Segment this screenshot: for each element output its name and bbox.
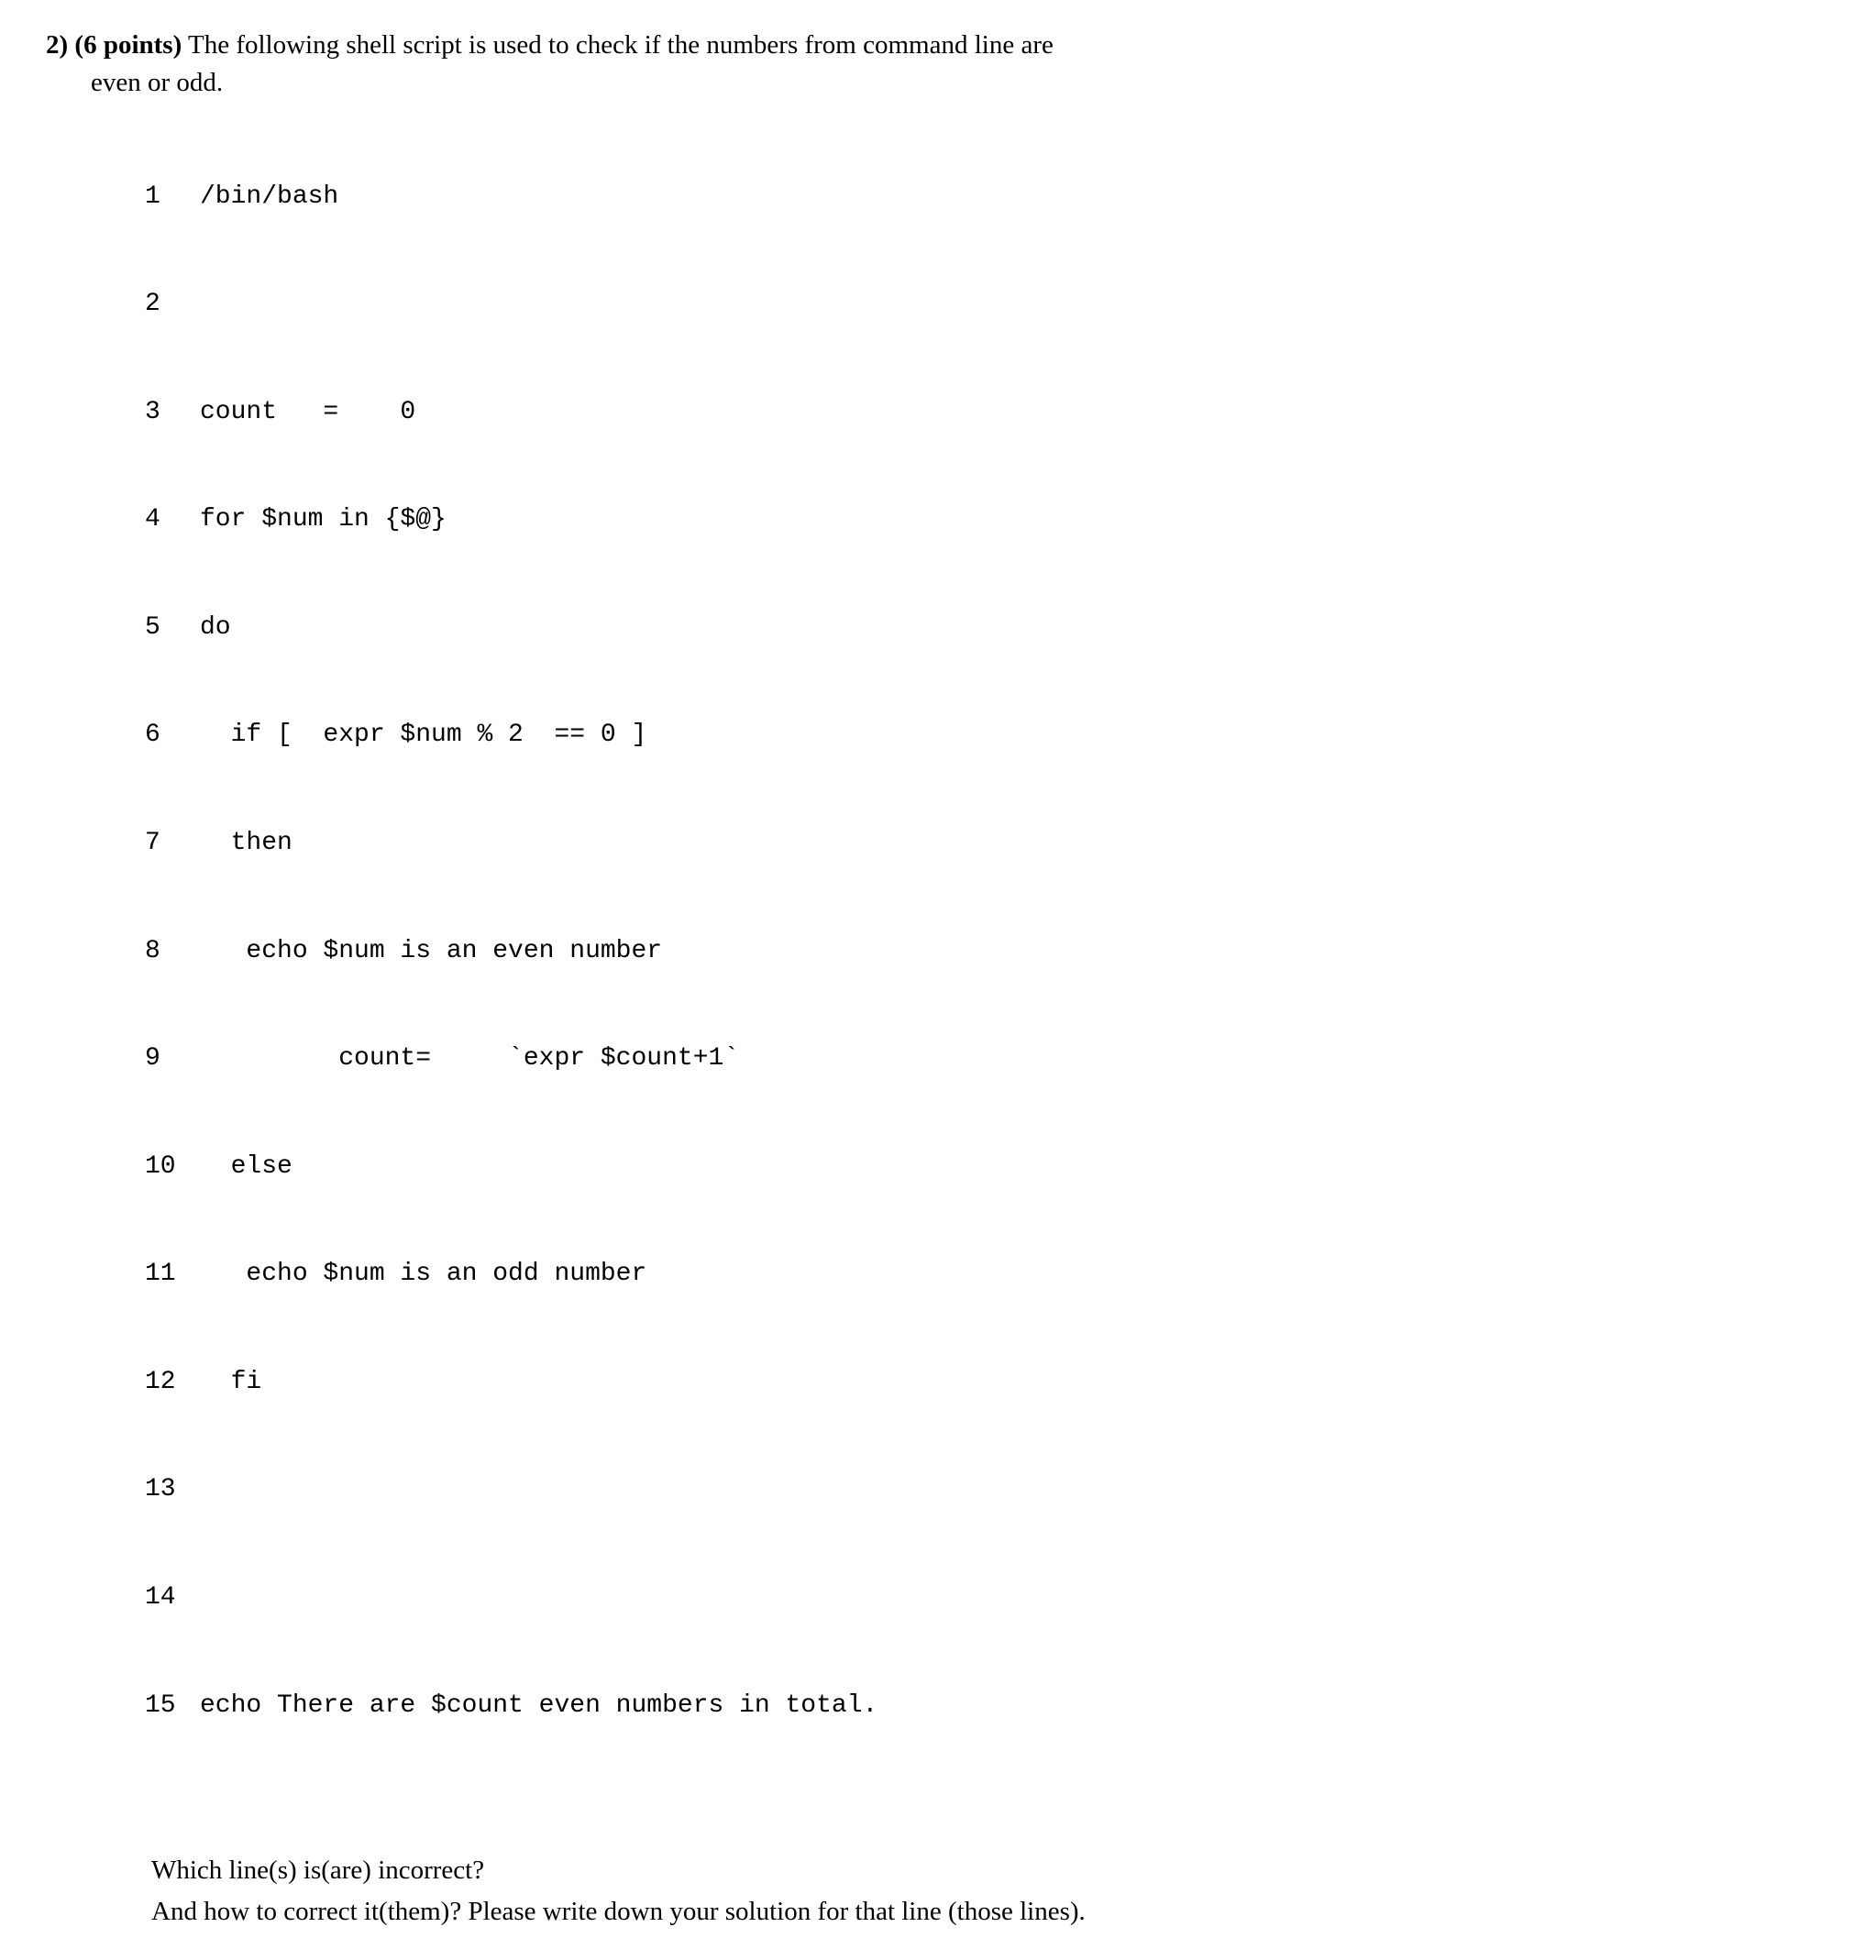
line-number: 5 [145,610,200,645]
code-text: count= `expr $count+1` [200,1044,739,1073]
line-number: 13 [145,1471,200,1507]
line-number: 10 [145,1149,200,1184]
question-number: 2) [46,30,68,60]
code-text: fi [200,1368,261,1396]
question-container: 2) (6 points) The following shell script… [46,28,1830,1932]
code-line: 1/bin/bash [145,179,1830,215]
line-number: 2 [145,286,200,322]
followup-q1: Which line(s) is(are) incorrect? [151,1850,1830,1891]
code-line: 4for $num in {$@} [145,501,1830,537]
code-text: /bin/bash [200,182,338,211]
code-text: for $num in {$@} [200,505,447,534]
code-line: 7 then [145,825,1830,861]
line-number: 4 [145,501,200,537]
followup-questions: Which line(s) is(are) incorrect? And how… [46,1850,1830,1932]
question-prompt-text-1: The following shell script is used to ch… [188,30,1054,60]
code-text: echo $num is an odd number [200,1260,646,1288]
code-text: do [200,613,231,642]
code-text: count = 0 [200,398,415,426]
line-number: 3 [145,394,200,430]
line-number: 14 [145,1580,200,1615]
code-line: 8 echo $num is an even number [145,933,1830,969]
code-line: 10 else [145,1149,1830,1184]
code-line: 5do [145,610,1830,645]
line-number: 9 [145,1041,200,1076]
line-number: 15 [145,1688,200,1723]
code-text: then [200,829,292,857]
followup-q2: And how to correct it(them)? Please writ… [151,1891,1830,1932]
code-line: 3count = 0 [145,394,1830,430]
code-line: 2 [145,286,1830,322]
question-points: (6 points) [74,30,182,60]
code-text: else [200,1152,292,1181]
line-number: 7 [145,825,200,861]
code-block: 1/bin/bash 2 3count = 0 4for $num in {$@… [46,106,1830,1795]
line-number: 12 [145,1364,200,1400]
code-line: 14 [145,1580,1830,1615]
code-line: 13 [145,1471,1830,1507]
question-prompt-text-2: even or odd. [91,68,223,97]
code-text: echo $num is an even number [200,937,662,965]
question-prompt-line2: even or odd. [46,65,1830,101]
code-line: 6 if [ expr $num % 2 == 0 ] [145,717,1830,753]
code-text: if [ expr $num % 2 == 0 ] [200,721,646,749]
line-number: 1 [145,179,200,215]
code-line: 11 echo $num is an odd number [145,1256,1830,1292]
line-number: 8 [145,933,200,969]
code-line: 12 fi [145,1364,1830,1400]
code-line: 9 count= `expr $count+1` [145,1041,1830,1076]
code-line: 15echo There are $count even numbers in … [145,1688,1830,1723]
line-number: 6 [145,717,200,753]
code-text: echo There are $count even numbers in to… [200,1691,877,1720]
line-number: 11 [145,1256,200,1292]
question-prompt-line1: 2) (6 points) The following shell script… [46,28,1830,63]
